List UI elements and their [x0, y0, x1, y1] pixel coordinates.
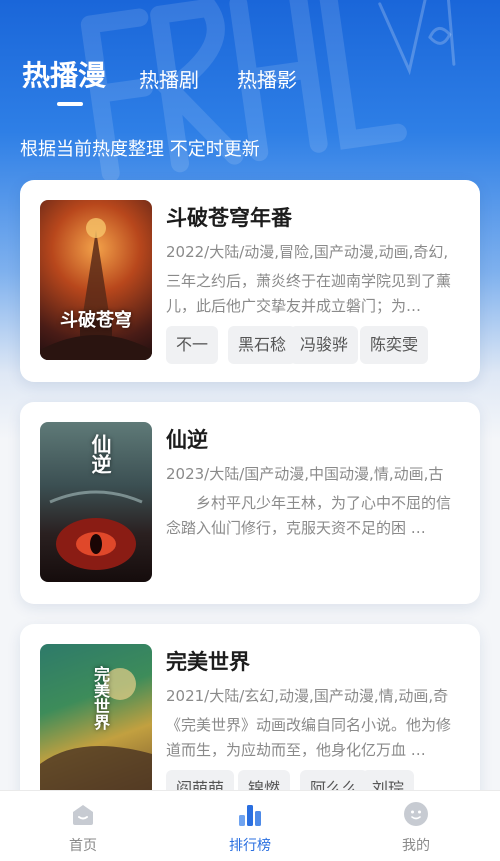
cover-title: 完美世界 — [91, 666, 110, 730]
item-meta: 2023/大陆/国产动漫,中国动漫,情,动画,古 — [166, 465, 444, 483]
tab-hot-anime[interactable]: 热播漫 — [22, 54, 106, 94]
cast-tag[interactable]: 不一 — [166, 326, 219, 364]
item-description: 乡村平凡少年王林，为了心中不屈的信念踏入仙门修行，克服天资不足的困 … — [166, 494, 452, 537]
cover-image: 完美世界 — [40, 644, 152, 804]
item-meta: 2022/大陆/动漫,冒险,国产动漫,动画,奇幻, — [166, 243, 449, 261]
tab-hot-drama[interactable]: 热播剧 — [139, 64, 199, 93]
profile-icon — [404, 802, 428, 826]
cast-tag[interactable]: 黑石稔 — [228, 326, 297, 364]
cover-art — [40, 218, 152, 360]
nav-profile-label: 我的 — [402, 838, 430, 854]
item-title[interactable]: 斗破苍穹年番 — [166, 202, 292, 232]
cover-title: 斗破苍穹 — [60, 310, 132, 331]
item-title[interactable]: 完美世界 — [166, 646, 250, 676]
nav-ranking[interactable]: 排行榜 — [200, 791, 300, 861]
cover-title: 仙逆 — [88, 434, 112, 474]
nav-home[interactable]: 首页 — [33, 791, 133, 861]
list-item[interactable]: 斗破苍穹 斗破苍穹年番 2022/大陆/动漫,冒险,国产动漫,动画,奇幻, 三年… — [20, 180, 480, 382]
active-tab-indicator — [57, 102, 83, 106]
cover-image: 仙逆 — [40, 422, 152, 582]
item-title[interactable]: 仙逆 — [166, 424, 208, 454]
bar-chart-icon — [239, 805, 261, 826]
item-description: 《完美世界》动画改编自同名小说。他为修道而生，为应劫而至，他身化亿万血 … — [166, 716, 452, 759]
nav-home-label: 首页 — [69, 838, 97, 854]
nav-profile[interactable]: 我的 — [366, 791, 466, 861]
cast-tag[interactable]: 陈奕雯 — [360, 326, 429, 364]
home-icon — [73, 805, 93, 825]
cast-tags: 不一 黑石稔 冯骏骅 陈奕雯 — [166, 326, 466, 364]
page-subtitle: 根据当前热度整理 不定时更新 — [20, 139, 260, 160]
item-description: 三年之约后，萧炎终于在迦南学院见到了薰儿，此后他广交挚友并成立磐门；为… — [166, 272, 452, 315]
bottom-navigation: 首页 排行榜 我的 — [0, 790, 500, 861]
cover-image: 斗破苍穹 — [40, 200, 152, 360]
nav-ranking-label: 排行榜 — [229, 838, 271, 854]
cast-tag[interactable]: 冯骏骅 — [290, 326, 359, 364]
tab-hot-movie[interactable]: 热播影 — [237, 64, 297, 93]
item-meta: 2021/大陆/玄幻,动漫,国产动漫,情,动画,奇 — [166, 687, 449, 705]
list-item[interactable]: 仙逆 仙逆 2023/大陆/国产动漫,中国动漫,情,动画,古 乡村平凡少年王林，… — [20, 402, 480, 604]
